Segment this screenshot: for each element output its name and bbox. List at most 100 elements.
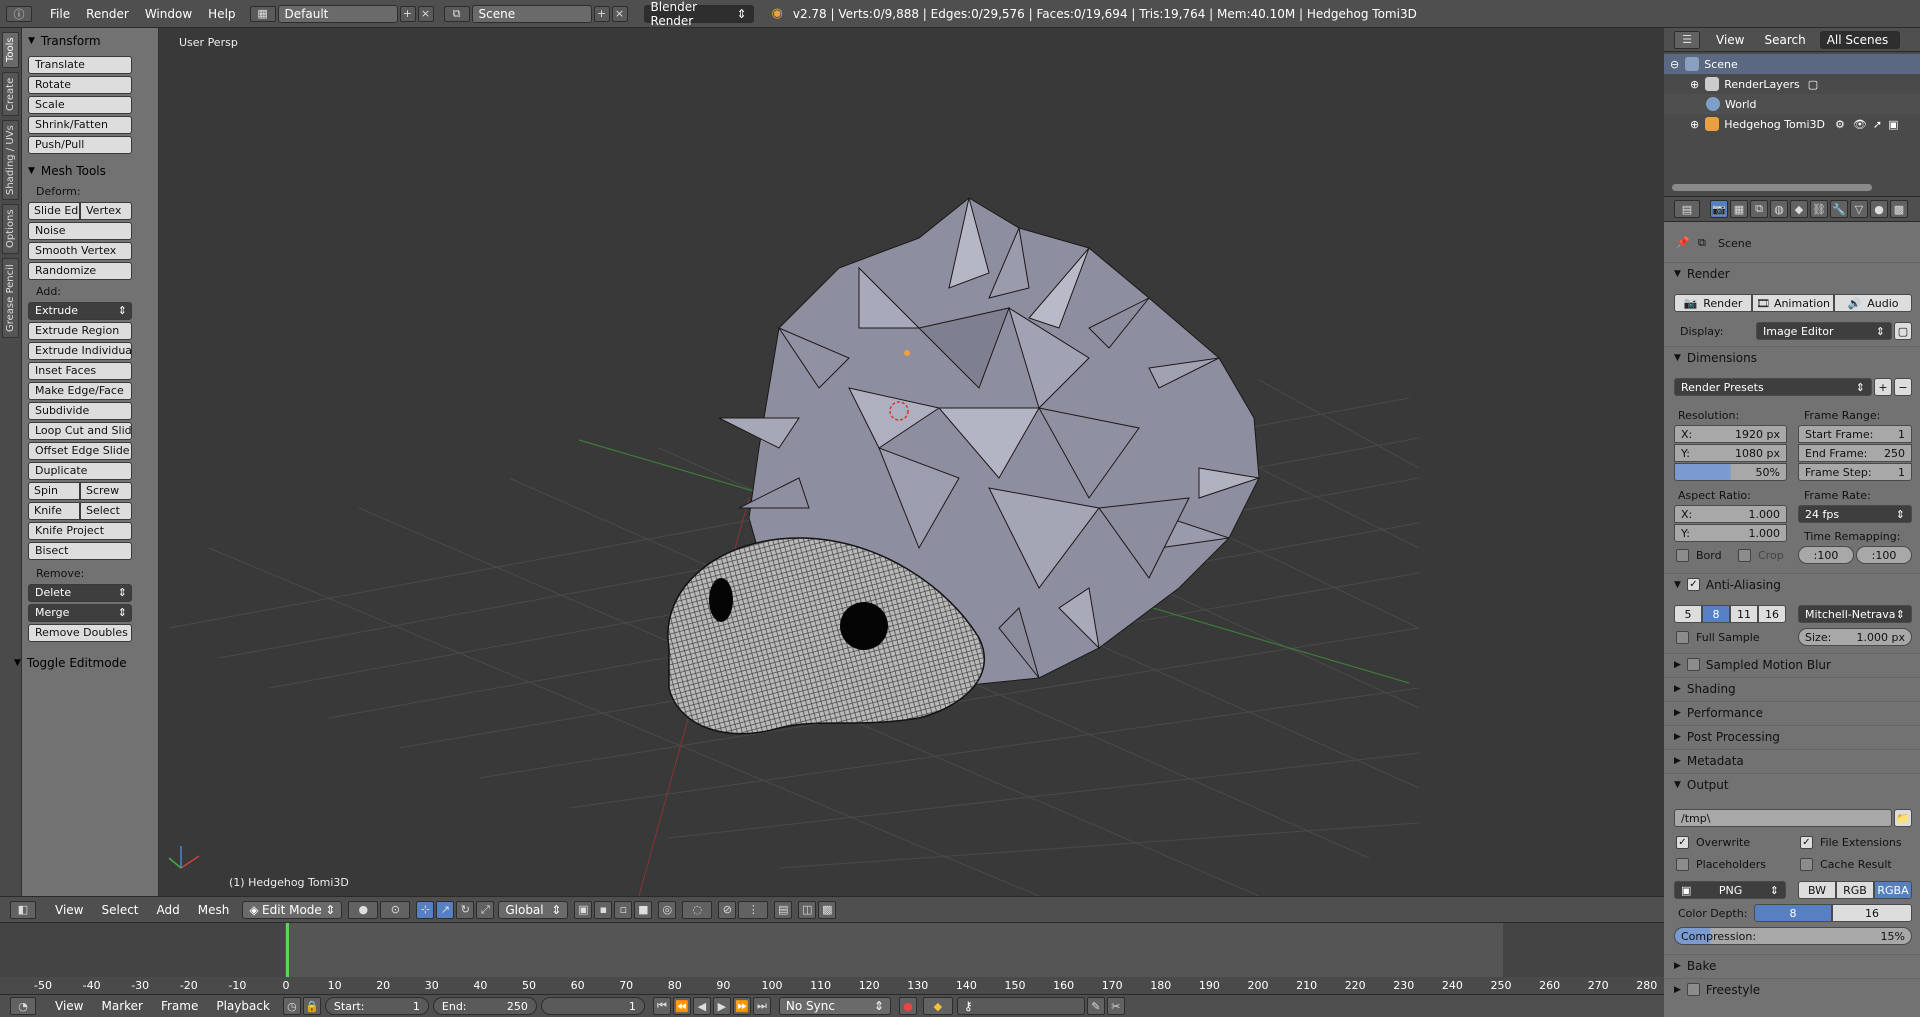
- freestyle-checkbox[interactable]: [1686, 983, 1700, 996]
- frame-step-field[interactable]: Frame Step: 1: [1798, 463, 1912, 481]
- subdivide-button[interactable]: Subdivide: [28, 402, 132, 420]
- delete-scene-icon[interactable]: ×: [611, 5, 628, 22]
- merge-menu-button[interactable]: Merge ⇕: [28, 604, 132, 622]
- snap-element-icon[interactable]: ⋮: [738, 900, 769, 919]
- outliner-scrollbar[interactable]: [1672, 184, 1872, 191]
- editor-type-timeline-icon[interactable]: ◔: [10, 997, 36, 1015]
- edge-select-icon[interactable]: ▫: [614, 900, 633, 919]
- overwrite-checkbox[interactable]: ✓: [1676, 836, 1689, 849]
- aspect-x-field[interactable]: X: 1.000: [1674, 505, 1787, 523]
- keying-set-field[interactable]: ⚷: [956, 997, 1085, 1015]
- menu-window[interactable]: Window: [137, 7, 200, 21]
- play-reverse-icon[interactable]: ◀: [692, 997, 711, 1015]
- placeholders-checkbox[interactable]: [1676, 858, 1689, 871]
- offset-edge-slide-button[interactable]: Offset Edge Slide: [28, 442, 132, 460]
- jump-start-icon[interactable]: ⏮: [652, 997, 671, 1015]
- constraints-tab-icon[interactable]: ⛓: [1810, 200, 1828, 218]
- editor-type-info-icon[interactable]: ⓘ: [6, 5, 32, 22]
- tab-options[interactable]: Options: [2, 204, 19, 254]
- mesh-tools-panel-header[interactable]: ▼ Mesh Tools: [22, 160, 158, 182]
- manipulator-toggle-icon[interactable]: ⊹: [416, 900, 435, 919]
- menu-marker[interactable]: Marker: [92, 999, 151, 1013]
- editor-type-outliner-icon[interactable]: ☰: [1674, 30, 1700, 49]
- screw-button[interactable]: Screw: [80, 482, 132, 500]
- output-panel-header[interactable]: ▼ Output: [1664, 773, 1920, 795]
- prev-keyframe-icon[interactable]: ⏪: [672, 997, 691, 1015]
- tab-grease-pencil[interactable]: Grease Pencil: [2, 258, 19, 338]
- menu-view[interactable]: View: [46, 999, 92, 1013]
- render-panel-header[interactable]: ▼ Render: [1664, 262, 1920, 284]
- timeline-body[interactable]: [0, 923, 1664, 977]
- toggle-editmode-panel-header[interactable]: ▼ Toggle Editmode: [8, 652, 158, 674]
- lock-icon[interactable]: 🔒: [302, 997, 321, 1015]
- menu-frame[interactable]: Frame: [152, 999, 207, 1013]
- object-tab-icon[interactable]: ◆: [1790, 200, 1808, 218]
- outliner-row-world[interactable]: World: [1664, 94, 1920, 114]
- end-frame-field[interactable]: End Frame: 250: [1798, 444, 1912, 462]
- output-path-field[interactable]: /tmp\: [1674, 809, 1892, 827]
- bisect-button[interactable]: Bisect: [28, 542, 132, 560]
- menu-mesh[interactable]: Mesh: [189, 903, 239, 917]
- animation-button[interactable]: 🎞 Animation: [1752, 294, 1834, 312]
- render-animation-icon[interactable]: ▩: [818, 900, 837, 919]
- menu-select[interactable]: Select: [92, 903, 147, 917]
- insert-keyframe-icon[interactable]: ✎: [1086, 997, 1105, 1015]
- frame-rate-select[interactable]: 24 fps ⇕: [1798, 505, 1912, 523]
- cache-result-checkbox[interactable]: [1800, 858, 1813, 871]
- pin-icon[interactable]: 📌: [1676, 236, 1690, 249]
- next-keyframe-icon[interactable]: ⏩: [732, 997, 751, 1015]
- aa-filter-select[interactable]: Mitchell-Netravali ⇕: [1798, 605, 1912, 623]
- 3d-viewport[interactable]: User Persp (1) Hedgehog Tomi3D: [159, 28, 1664, 896]
- start-frame-field[interactable]: Start: 1: [324, 997, 429, 1015]
- menu-playback[interactable]: Playback: [207, 999, 279, 1013]
- texture-tab-icon[interactable]: ▩: [1890, 200, 1908, 218]
- viewport-shading-icon[interactable]: ●: [348, 900, 379, 919]
- play-icon[interactable]: ▶: [712, 997, 731, 1015]
- tab-shading-uvs[interactable]: Shading / UVs: [2, 120, 19, 200]
- visibility-eye-icon[interactable]: 👁: [1853, 118, 1867, 131]
- outliner-display-select[interactable]: All Scenes: [1819, 30, 1900, 49]
- timeline-editor[interactable]: -50 -40 -30 -20 -10 0 10 20 30 40 50 60 70 80 90 100 110…: [0, 922, 1664, 995]
- resolution-percentage-slider[interactable]: 50%: [1674, 463, 1787, 481]
- start-frame-field[interactable]: Start Frame: 1: [1798, 425, 1912, 443]
- performance-panel-header[interactable]: ▶ Performance: [1664, 701, 1920, 723]
- vertex-select-icon[interactable]: ▪: [594, 900, 613, 919]
- add-screen-icon[interactable]: +: [399, 5, 416, 22]
- knife-button[interactable]: Knife: [28, 502, 80, 520]
- outliner-row-scene[interactable]: ⊖ Scene: [1664, 54, 1920, 74]
- menu-view[interactable]: View: [46, 903, 92, 917]
- rotate-button[interactable]: Rotate: [28, 76, 132, 94]
- render-button[interactable]: 📷 Render: [1674, 294, 1752, 312]
- scale-button[interactable]: Scale: [28, 96, 132, 114]
- keying-set-icon[interactable]: ◆: [922, 997, 953, 1015]
- folder-browse-icon[interactable]: 📁: [1894, 809, 1912, 827]
- dimensions-panel-header[interactable]: ▼ Dimensions: [1664, 346, 1920, 368]
- color-depth-16-button[interactable]: 16: [1832, 904, 1912, 922]
- extrude-individual-button[interactable]: Extrude Individual: [28, 342, 132, 360]
- menu-file[interactable]: File: [42, 7, 78, 21]
- render-layers-tab-icon[interactable]: ▦: [1730, 200, 1748, 218]
- outliner-menu-view[interactable]: View: [1716, 33, 1744, 47]
- freestyle-panel-header[interactable]: ▶ Freestyle: [1664, 978, 1920, 1000]
- face-select-icon[interactable]: ■: [634, 900, 653, 919]
- translate-button[interactable]: Translate: [28, 56, 132, 74]
- remove-doubles-button[interactable]: Remove Doubles: [28, 624, 132, 642]
- add-scene-icon[interactable]: +: [593, 5, 610, 22]
- bake-panel-header[interactable]: ▶ Bake: [1664, 954, 1920, 976]
- post-processing-panel-header[interactable]: ▶ Post Processing: [1664, 725, 1920, 747]
- collapse-icon[interactable]: ⊖: [1670, 58, 1679, 71]
- compression-slider[interactable]: Compression: 15%: [1674, 927, 1912, 945]
- pivot-point-icon[interactable]: ⊙: [380, 900, 411, 919]
- aa-samples-11[interactable]: 11: [1730, 605, 1758, 623]
- screen-layout-icon[interactable]: ▦: [249, 5, 276, 22]
- metadata-panel-header[interactable]: ▶ Metadata: [1664, 749, 1920, 771]
- selectable-cursor-icon[interactable]: ➚: [1873, 118, 1882, 131]
- file-format-select[interactable]: ▣ PNG ⇕: [1674, 881, 1786, 899]
- knife-project-button[interactable]: Knife Project: [28, 522, 132, 540]
- aa-samples-16[interactable]: 16: [1758, 605, 1786, 623]
- current-frame-field[interactable]: 1: [540, 997, 645, 1015]
- inset-faces-button[interactable]: Inset Faces: [28, 362, 132, 380]
- scene-tab-icon[interactable]: ⧉: [1750, 200, 1768, 218]
- screen-layout-field[interactable]: Default: [277, 4, 398, 23]
- display-select[interactable]: Image Editor ⇕: [1756, 322, 1892, 340]
